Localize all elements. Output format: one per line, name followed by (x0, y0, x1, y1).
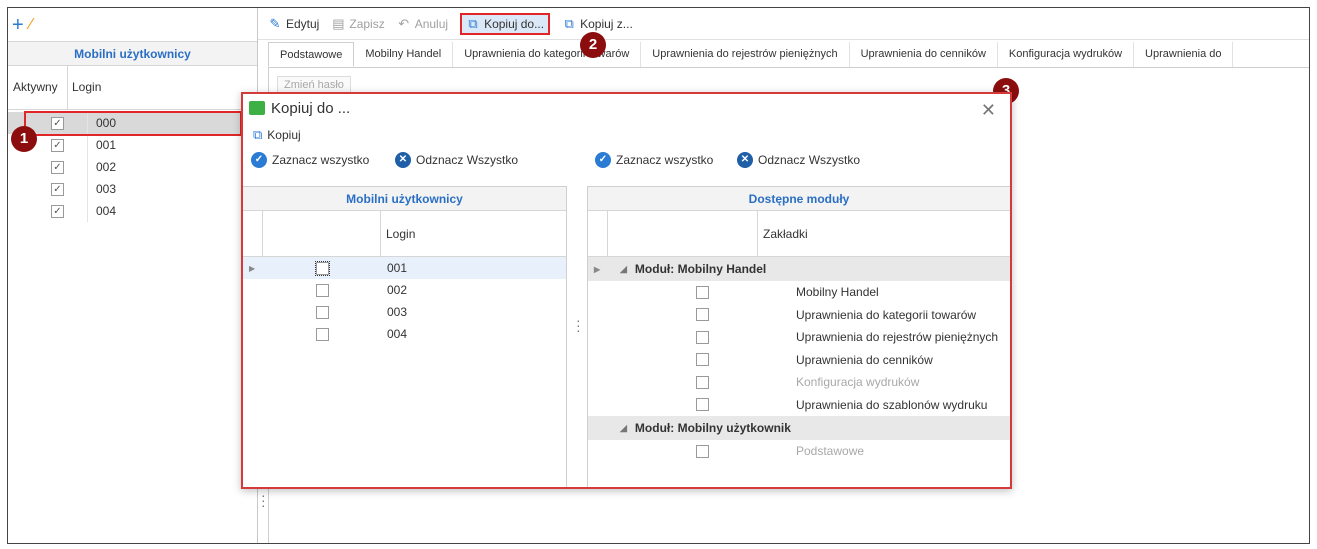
users-grid-header: Aktywny Login (8, 66, 257, 110)
collapse-triangle-icon[interactable]: ◢ (620, 264, 627, 275)
module-checkbox[interactable] (695, 398, 709, 412)
list-item[interactable]: Konfiguracja wydruków (588, 371, 1010, 394)
row-login: 004 (96, 204, 117, 218)
undo-icon: ↶ (398, 15, 410, 31)
splitter-handle[interactable]: · · · (261, 488, 266, 512)
list-item[interactable]: Uprawnienia do szablonów wydruku (588, 394, 1010, 417)
module-checkbox[interactable] (695, 353, 709, 367)
dialog-actions: ✓ Zaznacz wszystko ✕ Odznacz Wszystko ✓ … (243, 148, 1010, 174)
left-toolbar: + ⁄ (8, 8, 257, 42)
row-indicator-icon: ▶ (249, 263, 256, 273)
tab-cash-registers[interactable]: Uprawnienia do rejestrów pieniężnych (641, 42, 850, 67)
row-login: 003 (96, 182, 117, 196)
column-tabs[interactable]: Zakładki (758, 211, 1010, 256)
users-grid-title: Mobilni użytkownicy (8, 42, 257, 66)
x-circle-icon: ✕ (395, 152, 411, 168)
table-row[interactable]: ✓ 002 (8, 156, 257, 178)
column-login[interactable]: Login (381, 211, 566, 256)
tab-strip: Podstawowe Mobilny Handel Uprawnienia do… (268, 42, 1309, 68)
module-checkbox[interactable] (695, 375, 709, 389)
table-row[interactable]: ✓ 001 (8, 134, 257, 156)
tab-more[interactable]: Uprawnienia do (1134, 42, 1234, 67)
add-icon[interactable]: + (12, 15, 24, 35)
magic-wand-icon[interactable]: ⁄ (30, 16, 33, 33)
dialog-splitter-handle[interactable]: · · · (576, 313, 581, 337)
copy-to-button[interactable]: ⧉ Kopiuj do... (460, 12, 551, 35)
right-select-all-button[interactable]: ✓ Zaznacz wszystko (595, 152, 713, 168)
check-circle-icon: ✓ (595, 152, 611, 168)
highlight-row-000 (24, 111, 242, 136)
dialog-titlebar: Kopiuj do ... (243, 94, 1010, 122)
tab-mobile-trade[interactable]: Mobilny Handel (354, 42, 454, 67)
save-button[interactable]: ▤ Zapisz (331, 15, 385, 31)
list-item[interactable]: 003 (243, 301, 566, 323)
group-row-mobile-user[interactable]: ◢ Moduł: Mobilny użytkownik (588, 416, 1010, 440)
column-active[interactable]: Aktywny (8, 66, 68, 109)
tab-print-config[interactable]: Konfiguracja wydruków (998, 42, 1135, 67)
left-select-all-button[interactable]: ✓ Zaznacz wszystko (251, 152, 369, 168)
module-checkbox[interactable] (695, 330, 709, 344)
users-panel: + ⁄ Mobilni użytkownicy Aktywny Login ✓ … (8, 8, 258, 543)
step-badge-2: 2 (580, 32, 606, 58)
user-checkbox[interactable] (315, 327, 329, 341)
dialog-users-title: Mobilni użytkownicy (243, 187, 566, 211)
dialog-users-pane: Mobilni użytkownicy Login ▶ 001 002 003 (243, 186, 567, 487)
column-login[interactable]: Login (68, 66, 257, 109)
dialog-users-header: Login (243, 211, 566, 257)
list-item[interactable]: Uprawnienia do kategorii towarów (588, 304, 1010, 327)
save-icon: ▤ (332, 15, 345, 31)
main-toolbar: ✎ Edytuj ▤ Zapisz ↶ Anuluj ⧉ Kopiuj do..… (258, 8, 1309, 40)
row-login: 001 (96, 138, 117, 152)
module-checkbox[interactable] (695, 285, 709, 299)
active-checkbox[interactable]: ✓ (51, 160, 64, 174)
table-row[interactable]: ✓ 003 (8, 178, 257, 200)
module-checkbox[interactable] (695, 308, 709, 322)
row-login: 002 (96, 160, 117, 174)
dialog-modules-pane: Dostępne moduły Zakładki ▶ ◢ Moduł: Mobi… (587, 186, 1010, 487)
copy-from-icon: ⧉ (564, 15, 574, 31)
copy-icon: ⧉ (253, 127, 263, 142)
edit-button[interactable]: ✎ Edytuj (268, 15, 320, 31)
right-deselect-all-button[interactable]: ✕ Odznacz Wszystko (737, 152, 860, 168)
table-row[interactable]: ✓ 004 (8, 200, 257, 222)
dialog-modules-title: Dostępne moduły (588, 187, 1010, 211)
tab-product-categories[interactable]: Uprawnienia do kategorii towarów (453, 42, 642, 67)
collapse-triangle-icon[interactable]: ◢ (620, 423, 627, 434)
x-circle-icon: ✕ (737, 152, 753, 168)
user-checkbox[interactable] (314, 260, 330, 276)
dialog-modules-header: Zakładki (588, 211, 1010, 257)
row-indicator-icon: ▶ (594, 264, 601, 274)
copy-from-button[interactable]: ⧉ Kopiuj z... (562, 15, 632, 31)
dialog-title: Kopiuj do ... (271, 99, 351, 117)
edit-icon: ✎ (269, 15, 281, 31)
module-checkbox[interactable] (695, 444, 709, 458)
list-item[interactable]: ▶ 001 (243, 257, 566, 279)
dialog-copy-button[interactable]: ⧉ Kopiuj (243, 122, 1010, 148)
copy-to-dialog: Kopiuj do ... ✕ ⧉ Kopiuj ✓ Zaznacz wszys… (241, 92, 1012, 489)
copy-to-icon: ⧉ (468, 15, 478, 31)
list-item[interactable]: 002 (243, 279, 566, 301)
left-deselect-all-button[interactable]: ✕ Odznacz Wszystko (395, 152, 518, 168)
list-item[interactable]: Mobilny Handel (588, 281, 1010, 304)
basket-icon (249, 101, 265, 115)
list-item[interactable]: Podstawowe (588, 440, 1010, 463)
active-checkbox[interactable]: ✓ (51, 138, 64, 152)
tab-basic[interactable]: Podstawowe (268, 42, 355, 67)
tab-price-lists[interactable]: Uprawnienia do cenników (850, 42, 998, 67)
user-checkbox[interactable] (315, 283, 329, 297)
list-item[interactable]: Uprawnienia do cenników (588, 349, 1010, 372)
group-row-mobile-trade[interactable]: ▶ ◢ Moduł: Mobilny Handel (588, 257, 1010, 281)
list-item[interactable]: 004 (243, 323, 566, 345)
active-checkbox[interactable]: ✓ (51, 182, 64, 196)
check-circle-icon: ✓ (251, 152, 267, 168)
active-checkbox[interactable]: ✓ (51, 204, 64, 218)
cancel-button[interactable]: ↶ Anuluj (397, 15, 448, 31)
app-window: + ⁄ Mobilni użytkownicy Aktywny Login ✓ … (7, 7, 1310, 544)
list-item[interactable]: Uprawnienia do rejestrów pieniężnych (588, 326, 1010, 349)
close-icon[interactable]: ✕ (981, 100, 996, 121)
user-checkbox[interactable] (315, 305, 329, 319)
step-badge-1: 1 (11, 126, 37, 152)
